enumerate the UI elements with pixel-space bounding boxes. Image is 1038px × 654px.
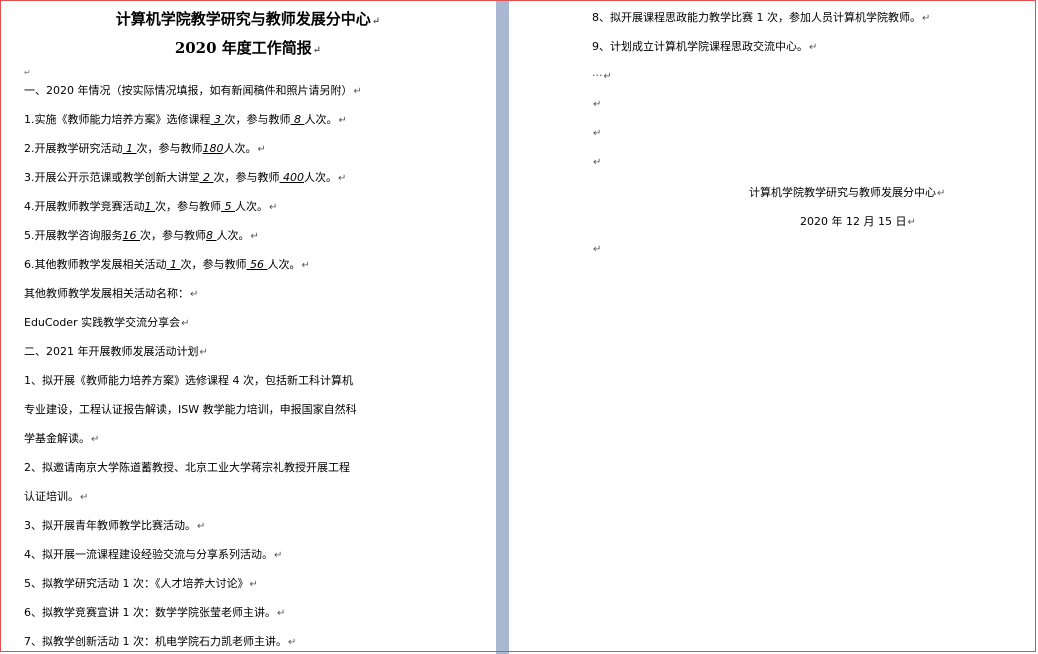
signature-org: 计算机学院教学研究与教师发展分中心↵ — [749, 186, 946, 199]
item-2020-5: 5.开展教学咨询服务16 次，参与教师8 人次。↵ — [24, 229, 259, 242]
signature-date: 2020 年 12 月 15 日↵ — [800, 215, 916, 228]
page-gutter — [496, 0, 509, 654]
plan-line: 9、计划成立计算机学院课程思政交流中心。↵ — [592, 40, 818, 53]
plan-line: 1、拟开展《教师能力培养方案》选修课程 4 次，包括新工科计算机 — [24, 374, 353, 387]
other-activity-label: 其他教师教学发展相关活动名称：↵ — [24, 287, 199, 300]
empty-paragraph-mark: ↵ — [593, 128, 602, 139]
empty-paragraph-mark: ↵ — [593, 99, 602, 110]
other-activity-value: EduCoder 实践教学交流分享会↵ — [24, 316, 190, 329]
plan-line: 认证培训。↵ — [24, 490, 89, 503]
empty-paragraph-mark: ↵ — [593, 244, 602, 255]
item-2020-1: 1.实施《教师能力培养方案》选修课程 3 次，参与教师 8 人次。↵ — [24, 113, 347, 126]
empty-paragraph-mark: ↵ — [593, 157, 602, 168]
section2-heading: 二、2021 年开展教师发展活动计划↵ — [24, 345, 208, 358]
plan-line: 5、拟教学研究活动 1 次：《人才培养大讨论》↵ — [24, 577, 258, 590]
item-2020-4: 4.开展教师教学竞赛活动1 次，参与教师 5 人次。↵ — [24, 200, 278, 213]
doc-subtitle: 2020 年度工作简报↵ — [174, 39, 322, 57]
document-page-left[interactable]: 计算机学院教学研究与教师发展分中心↵ 2020 年度工作简报↵ ↵ 一、2020… — [0, 0, 496, 654]
item-2020-6: 6.其他教师教学发展相关活动 1 次，参与教师 56 人次。↵ — [24, 258, 310, 271]
section1-heading: 一、2020 年情况（按实际情况填报，如有新闻稿件和照片请另附）↵ — [24, 84, 362, 97]
doc-title: 计算机学院教学研究与教师发展分中心↵ — [115, 10, 381, 28]
document-page-right[interactable]: 8、拟开展课程思政能力教学比赛 1 次，参加人员计算机学院教师。↵ 9、计划成立… — [509, 0, 1038, 654]
item-2020-3: 3.开展公开示范课或教学创新大讲堂 2 次，参与教师 400人次。↵ — [24, 171, 347, 184]
item-2020-2: 2.开展教学研究活动 1 次，参与教师180人次。↵ — [24, 142, 266, 155]
plan-line: 2、拟邀请南京大学陈道蓄教授、北京工业大学蒋宗礼教授开展工程 — [24, 461, 350, 474]
plan-line: 4、拟开展一流课程建设经验交流与分享系列活动。↵ — [24, 548, 283, 561]
plan-line: 3、拟开展青年教师教学比赛活动。↵ — [24, 519, 206, 532]
plan-line: 8、拟开展课程思政能力教学比赛 1 次，参加人员计算机学院教师。↵ — [592, 11, 931, 24]
plan-line: 7、拟教学创新活动 1 次：机电学院石力凯老师主讲。↵ — [24, 635, 297, 648]
plan-line: 6、拟教学竞赛宣讲 1 次：数学学院张莹老师主讲。↵ — [24, 606, 286, 619]
dots-line: ···↵ — [592, 69, 612, 82]
paragraph-mark: ↵ — [24, 68, 31, 77]
plan-line: 专业建设，工程认证报告解读，ISW 教学能力培训，申报国家自然科 — [24, 403, 357, 416]
plan-line: 学基金解读。↵ — [24, 432, 100, 445]
